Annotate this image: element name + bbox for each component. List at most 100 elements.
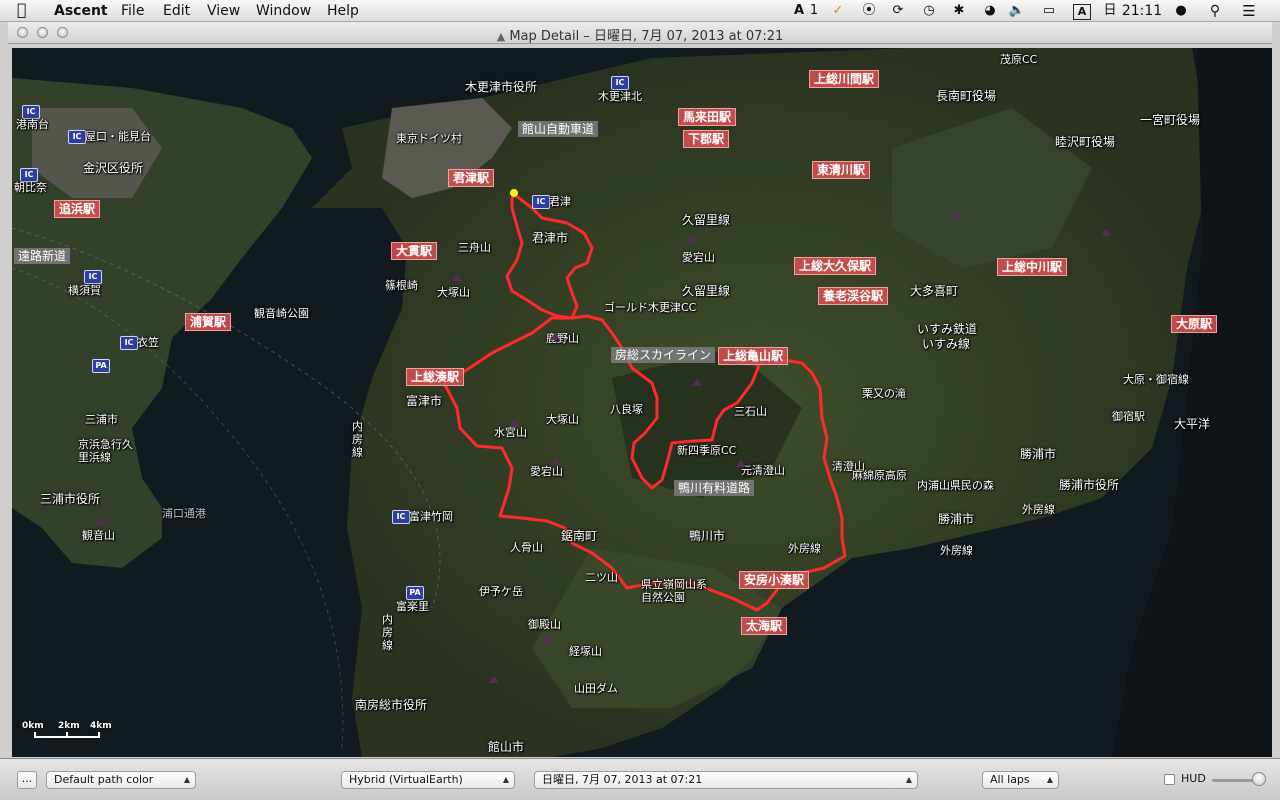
time-machine-icon[interactable]: ◷ — [920, 2, 938, 20]
scale-label: 0km — [22, 721, 44, 731]
font-menu-icon[interactable]: A — [1073, 4, 1091, 20]
menu-edit[interactable]: Edit — [163, 3, 190, 19]
place-label: 一宮町役場 — [1140, 113, 1201, 127]
apple-icon[interactable]:  — [17, 2, 27, 18]
interchange-icon: IC — [68, 130, 86, 144]
user-icon[interactable]: ● — [1172, 2, 1190, 20]
battery-icon[interactable]: ▭ — [1038, 2, 1060, 20]
scale-tick — [66, 732, 68, 738]
options-button[interactable]: ... — [17, 771, 37, 789]
place-label: いすみ鉄道 — [917, 322, 978, 336]
activity-value: 日曜日, 7月 07, 2013 at 07:21 — [542, 773, 703, 786]
mountain-peak-icon — [96, 518, 106, 525]
interchange-icon: IC — [20, 168, 38, 182]
place-label: 茂原CC — [1000, 53, 1038, 66]
bottom-toolbar: ... Default path color ▲ Hybrid (Virtual… — [0, 758, 1280, 800]
laps-value: All laps — [990, 773, 1030, 786]
sync-icon[interactable]: ⟳ — [889, 2, 907, 20]
place-label: 愛宕山 — [530, 465, 563, 478]
hud-opacity-slider-knob[interactable] — [1252, 772, 1266, 786]
station-label[interactable]: 大貫駅 — [391, 242, 438, 260]
place-label: 朝比奈 — [14, 181, 47, 194]
mountain-peak-icon — [692, 379, 702, 386]
menu-window[interactable]: Window — [256, 3, 311, 19]
station-label[interactable]: 上総亀山駅 — [718, 347, 789, 365]
station-label[interactable]: 馬来田駅 — [678, 108, 737, 126]
place-label: 富津竹岡 — [409, 510, 453, 523]
station-label[interactable]: 太海駅 — [741, 617, 788, 635]
activity-popup[interactable]: 日曜日, 7月 07, 2013 at 07:21 ▲ — [534, 771, 918, 789]
place-label: 鋸南町 — [561, 529, 598, 543]
menu-help[interactable]: Help — [327, 3, 359, 19]
place-label: 内房線 — [382, 613, 393, 652]
popup-arrows-icon: ▲ — [502, 775, 509, 784]
place-label: 睦沢町役場 — [1055, 135, 1116, 149]
place-label: 勝浦市 — [1020, 447, 1057, 461]
place-label: 君津市 — [532, 231, 569, 245]
map-scale: 0km 2km 4km — [18, 721, 128, 751]
notification-center-icon[interactable]: ☰ — [1238, 2, 1260, 20]
hud-checkbox[interactable] — [1164, 774, 1175, 785]
parking-area-icon: PA — [92, 359, 110, 373]
mountain-peak-icon — [452, 274, 462, 281]
menu-file[interactable]: File — [121, 3, 144, 19]
input-source-icon[interactable]: A — [789, 2, 809, 20]
hud-label: HUD — [1181, 772, 1206, 785]
map-type-popup[interactable]: Hybrid (VirtualEarth) ▲ — [341, 771, 515, 789]
place-label: 外房線 — [788, 542, 821, 555]
place-label: 二ツ山 — [585, 571, 618, 584]
interchange-icon: IC — [392, 510, 410, 524]
road-label: 遠路新道 — [14, 248, 71, 264]
spotlight-search-icon[interactable]: ⚲ — [1206, 2, 1224, 20]
station-label[interactable]: 上総湊駅 — [406, 368, 465, 386]
place-label: 篠根崎 — [385, 279, 418, 292]
station-label[interactable]: 追浜駅 — [54, 200, 101, 218]
place-label: 三浦市役所 — [40, 492, 101, 506]
station-label[interactable]: 大原駅 — [1171, 315, 1218, 333]
mountain-peak-icon — [1101, 229, 1111, 236]
road-label: 房総スカイライン — [611, 347, 716, 363]
parking-area-icon: PA — [406, 586, 424, 600]
station-label[interactable]: 下郡駅 — [683, 130, 730, 148]
menu-view[interactable]: View — [207, 3, 240, 19]
app-menu[interactable]: Ascent — [54, 3, 108, 19]
station-label[interactable]: 上総大久保駅 — [794, 257, 877, 275]
wireless-broadcast-icon[interactable]: ⦿ — [860, 2, 878, 20]
clock[interactable]: 21:11 — [1120, 2, 1164, 20]
place-label: 栗又の滝 — [862, 387, 906, 400]
scale-label: 2km — [58, 721, 80, 731]
bluetooth-icon[interactable]: ✱ — [950, 2, 968, 20]
input-badge: 1 — [809, 3, 819, 18]
place-label: 観音山 — [82, 529, 115, 542]
station-label[interactable]: 東清川駅 — [812, 161, 871, 179]
place-label: 久留里線 — [682, 284, 731, 298]
station-label[interactable]: 上総川間駅 — [809, 70, 880, 88]
check-icon[interactable]: ✓ — [830, 2, 846, 20]
map-view[interactable]: 上総川間駅 馬来田駅 下郡駅 東清川駅 君津駅 追浜駅 大貫駅 浦賀駅 上総湊駅… — [12, 48, 1272, 757]
place-label: 山田ダム — [574, 682, 618, 695]
place-label: 愛宕山 — [682, 251, 715, 264]
station-label[interactable]: 君津駅 — [448, 169, 495, 187]
station-label[interactable]: 安房小湊駅 — [739, 571, 810, 589]
wifi-icon[interactable]: ◕ — [979, 2, 1001, 20]
menu-bar:  Ascent File Edit View Window Help A 1 … — [0, 0, 1280, 22]
place-label: 大平洋 — [1174, 417, 1211, 431]
place-label: 大塚山 — [437, 286, 470, 299]
laps-popup[interactable]: All laps ▲ — [982, 771, 1059, 789]
place-label: 経塚山 — [569, 645, 602, 658]
place-label: 木更津北 — [598, 90, 642, 103]
station-label[interactable]: 上総中川駅 — [997, 258, 1068, 276]
interchange-icon: IC — [22, 105, 40, 119]
place-label: 鴨川市 — [689, 529, 726, 543]
place-label: 京浜急行久里浜線 — [78, 438, 133, 464]
place-label: 横須賀 — [68, 284, 101, 297]
place-label: 外房線 — [1022, 503, 1055, 516]
volume-icon[interactable]: 🔈 — [1008, 2, 1026, 20]
path-color-popup[interactable]: Default path color ▲ — [46, 771, 196, 789]
station-label[interactable]: 浦賀駅 — [185, 313, 232, 331]
place-label: 勝浦市 — [938, 512, 975, 526]
mountain-peak-icon — [550, 458, 560, 465]
place-label: 内浦山県民の森 — [917, 479, 994, 492]
scale-tick — [98, 732, 100, 738]
station-label[interactable]: 養老渓谷駅 — [818, 287, 889, 305]
